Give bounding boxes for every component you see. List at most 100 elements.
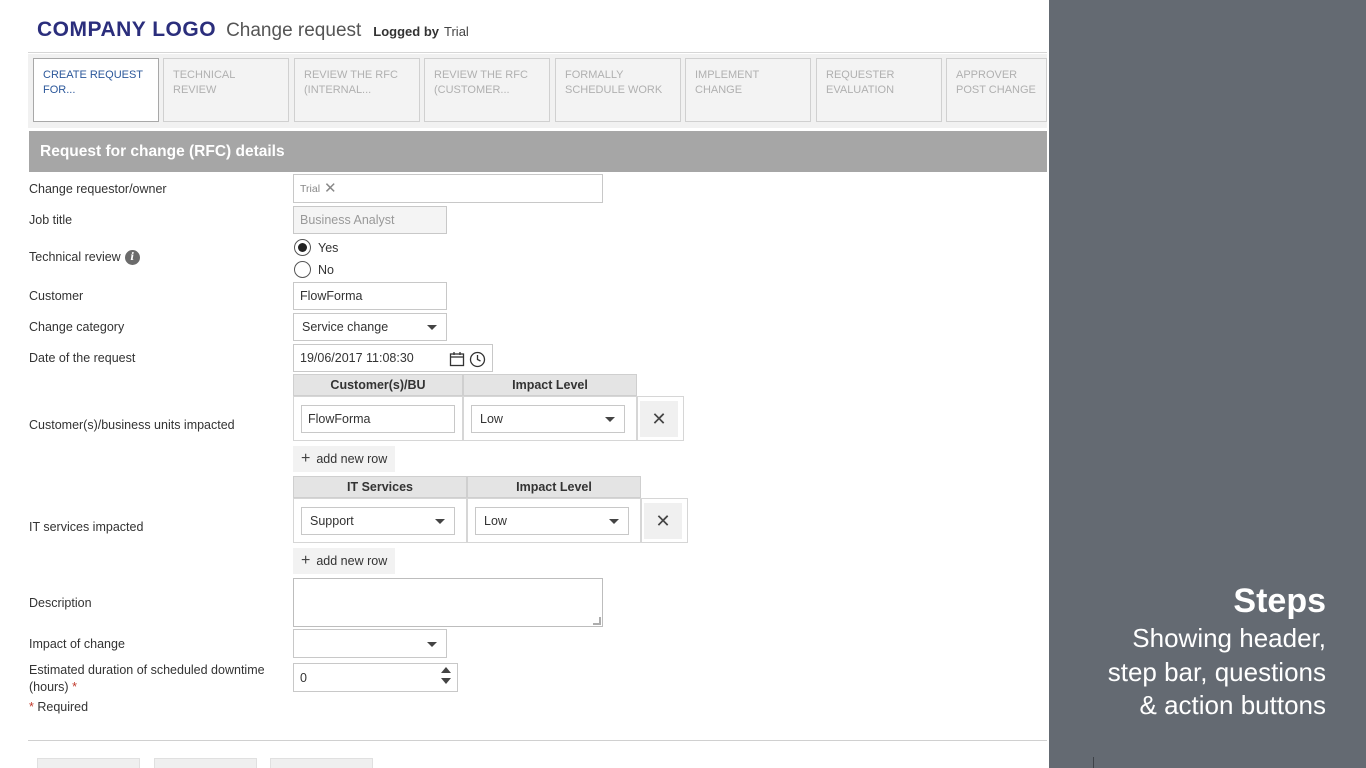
- close-icon: ✕: [655, 510, 671, 531]
- it-impact-select[interactable]: Low: [475, 507, 629, 535]
- downtime-value: 0: [300, 670, 307, 685]
- delete-row-button[interactable]: ✕: [644, 503, 682, 539]
- info-icon[interactable]: i: [124, 250, 140, 266]
- job-title-value: Business Analyst: [300, 213, 395, 227]
- plus-icon: +: [301, 450, 311, 467]
- section-header: Request for change (RFC) details: [29, 131, 1047, 172]
- column-header-it-services: IT Services: [293, 476, 467, 498]
- radio-yes-circle[interactable]: [294, 239, 311, 256]
- header-divider: [28, 52, 1047, 53]
- side-panel-title: Steps: [1233, 582, 1326, 620]
- side-panel-line: step bar, questions: [1107, 656, 1326, 687]
- it-services-label: IT services impacted: [29, 520, 144, 534]
- user-token-name: Trial: [300, 182, 321, 195]
- chevron-down-icon: [609, 519, 619, 524]
- action-button[interactable]: [37, 758, 140, 768]
- description-label: Description: [29, 596, 92, 610]
- step-review-customer[interactable]: REVIEW THE RFC (CUSTOMER...: [424, 58, 550, 122]
- step-requester-evaluation[interactable]: REQUESTER EVALUATION: [816, 58, 942, 122]
- plus-icon: +: [301, 552, 311, 569]
- action-button[interactable]: [154, 758, 257, 768]
- step-create-request[interactable]: CREATE REQUEST FOR...: [33, 58, 159, 122]
- it-impact-value: Low: [484, 514, 507, 528]
- step-label: REVIEW THE RFC (CUSTOMER...: [434, 69, 528, 96]
- side-panel-text: Showing header, step bar, questions & ac…: [1026, 622, 1326, 723]
- required-note: * Required: [29, 700, 88, 714]
- date-label: Date of the request: [29, 351, 136, 365]
- step-label: FORMALLY SCHEDULE WORK: [565, 69, 663, 96]
- change-category-value: Service change: [302, 320, 389, 334]
- it-service-select[interactable]: Support: [301, 507, 455, 535]
- user-token: Trial ✕: [300, 181, 337, 196]
- step-technical-review[interactable]: TECHNICAL REVIEW: [163, 58, 289, 122]
- required-note-mark: *: [29, 700, 34, 714]
- delete-row-button[interactable]: ✕: [640, 401, 678, 437]
- add-row-label: add new row: [316, 452, 388, 466]
- chevron-down-icon: [435, 519, 445, 524]
- company-logo: COMPANY LOGO: [37, 18, 217, 41]
- step-label: APPROVER POST CHANGE: [956, 69, 1036, 96]
- downtime-number-input[interactable]: 0: [293, 663, 458, 692]
- customer-field[interactable]: FlowForma: [293, 282, 447, 310]
- add-row-button[interactable]: + add new row: [293, 548, 396, 574]
- step-label: TECHNICAL REVIEW: [173, 69, 235, 96]
- close-icon: ✕: [651, 408, 667, 429]
- description-textarea[interactable]: [293, 578, 603, 627]
- chevron-down-icon: [427, 325, 437, 330]
- date-value: 19/06/2017 11:08:30: [300, 351, 414, 365]
- job-title-label: Job title: [29, 213, 73, 227]
- downtime-label-unit: (hours) *: [29, 680, 77, 694]
- required-mark: *: [72, 680, 77, 694]
- step-label: REQUESTER EVALUATION: [826, 69, 895, 96]
- number-spinner[interactable]: [441, 667, 451, 689]
- customers-impacted-label: Customer(s)/business units impacted: [29, 418, 235, 432]
- spinner-down-icon[interactable]: [441, 678, 451, 684]
- action-button[interactable]: [270, 758, 373, 768]
- column-header-customer-bu: Customer(s)/BU: [293, 374, 463, 396]
- spinner-up-icon[interactable]: [441, 667, 451, 673]
- add-row-label: add new row: [316, 554, 388, 568]
- downtime-label-line2: (hours): [29, 680, 69, 694]
- radio-yes-label: Yes: [318, 240, 339, 255]
- requestor-picker[interactable]: Trial ✕: [293, 174, 603, 203]
- calendar-icon[interactable]: [449, 351, 465, 367]
- step-implement-change[interactable]: IMPLEMENT CHANGE: [685, 58, 811, 122]
- change-category-select[interactable]: Service change: [293, 313, 447, 341]
- step-label: IMPLEMENT CHANGE: [695, 69, 759, 96]
- technical-review-text: Technical review: [29, 250, 121, 264]
- downtime-label-line1: Estimated duration of scheduled downtime: [29, 663, 265, 677]
- customer-value: FlowForma: [300, 289, 363, 303]
- downtime-label: Estimated duration of scheduled downtime: [29, 663, 265, 677]
- chevron-down-icon: [605, 417, 615, 422]
- step-review-internal[interactable]: REVIEW THE RFC (INTERNAL...: [294, 58, 420, 122]
- close-icon[interactable]: ✕: [324, 181, 337, 196]
- required-note-text: Required: [37, 700, 89, 714]
- side-panel-line: Showing header,: [1132, 623, 1326, 653]
- radio-no-circle[interactable]: [294, 261, 311, 278]
- resize-handle[interactable]: [593, 617, 601, 625]
- job-title-field: Business Analyst: [293, 206, 447, 234]
- form-header: COMPANY LOGO Change request Logged by Tr…: [37, 18, 469, 48]
- radio-no[interactable]: No: [294, 261, 334, 278]
- customer-bu-field[interactable]: FlowForma: [301, 405, 455, 433]
- step-bar: CREATE REQUEST FOR... TECHNICAL REVIEW R…: [28, 54, 1047, 128]
- customer-impact-select[interactable]: Low: [471, 405, 625, 433]
- customer-impact-value: Low: [480, 412, 503, 426]
- actions-divider: [28, 740, 1047, 741]
- column-header-impact-level: Impact Level: [463, 374, 637, 396]
- step-label: CREATE REQUEST FOR...: [43, 69, 143, 96]
- radio-yes[interactable]: Yes: [294, 239, 338, 256]
- logged-by-user: Trial: [444, 24, 469, 39]
- technical-review-label: Technical review i: [29, 250, 140, 266]
- date-field[interactable]: 19/06/2017 11:08:30: [293, 344, 493, 372]
- add-row-button[interactable]: + add new row: [293, 446, 396, 472]
- column-header-impact-level: Impact Level: [467, 476, 641, 498]
- customer-bu-value: FlowForma: [308, 412, 371, 426]
- clock-icon[interactable]: [469, 351, 486, 368]
- impact-of-change-select[interactable]: [293, 629, 447, 658]
- radio-no-label: No: [318, 262, 334, 277]
- impact-of-change-label: Impact of change: [29, 637, 125, 651]
- step-schedule-work[interactable]: FORMALLY SCHEDULE WORK: [555, 58, 681, 122]
- step-approver-post-change[interactable]: APPROVER POST CHANGE: [946, 58, 1047, 122]
- step-label: REVIEW THE RFC (INTERNAL...: [304, 69, 398, 96]
